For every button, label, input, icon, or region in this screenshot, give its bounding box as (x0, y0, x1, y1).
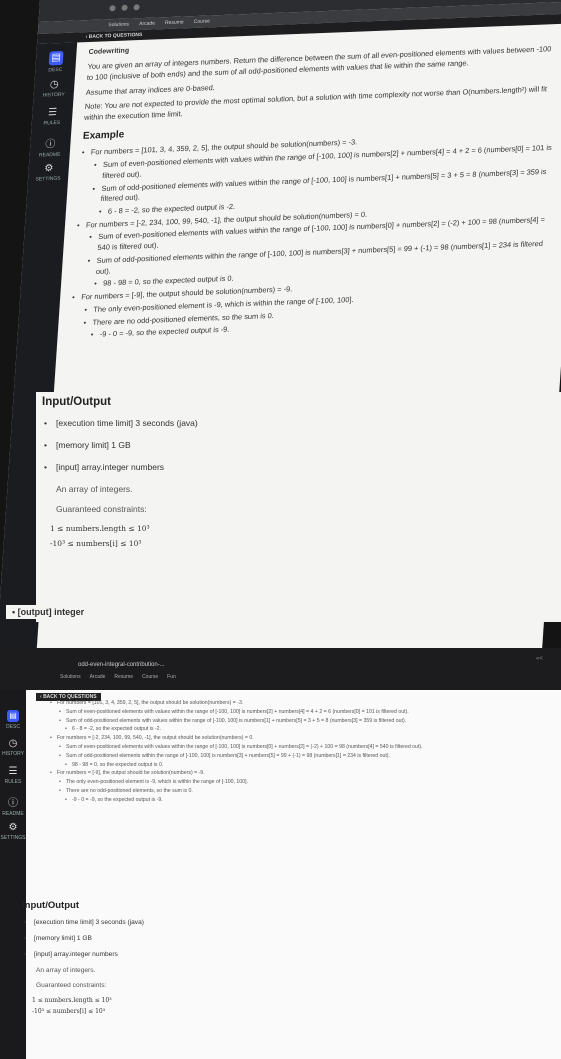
io-list: [execution time limit] 3 seconds (java) … (22, 919, 542, 958)
sidebar-item-readme[interactable]: ⓘ README (0, 794, 26, 817)
tab-solutions[interactable]: Solutions (108, 22, 129, 29)
example-detail: Sum of even-positioned elements with val… (50, 744, 555, 752)
top-nav-tabs: Solutions Arcade Resume Course Fun (60, 674, 176, 680)
info-icon: ⓘ (8, 798, 18, 809)
input-output-section: Input/Output [execution time limit] 3 se… (22, 900, 542, 1019)
sidebar-item-desc[interactable]: ▤ DESC (0, 710, 26, 730)
tab-resume[interactable]: Resume (114, 674, 133, 680)
example-detail: 6 - 8 = -2, so the expected output is -2… (50, 726, 555, 734)
clock-icon: ◷ (8, 738, 18, 749)
io-item: [input] array.integer numbers (42, 462, 555, 472)
example-detail: There are no odd-positioned elements, so… (50, 788, 555, 796)
tab-solutions[interactable]: Solutions (60, 674, 81, 680)
gear-icon: ⚙ (43, 162, 54, 175)
io-heading: Input/Output (42, 396, 111, 408)
io-item: [input] array.integer numbers (22, 951, 542, 958)
document-icon: ▤ (7, 710, 19, 722)
tab-arcade[interactable]: Arcade (90, 674, 106, 680)
input-description: An array of integers. (36, 967, 96, 974)
example-list: For numbers = [101, 3, 4, 359, 2, 5], th… (50, 700, 555, 805)
example-detail: The only even-positioned element is -9, … (50, 779, 555, 787)
sidebar-item-label: RULES (4, 779, 22, 785)
gear-icon: ⚙ (8, 822, 18, 833)
list-icon: ☰ (8, 766, 18, 777)
collapse-panel-button[interactable]: «< (536, 656, 543, 662)
sidebar-item-label: README (2, 811, 24, 817)
window-dot-icon (121, 4, 128, 11)
input-description: An array of integers. (56, 484, 133, 494)
task-description: Codewriting You are given an array of in… (69, 30, 560, 344)
io-list: [execution time limit] 3 seconds (java) … (42, 418, 555, 472)
example-detail: 98 - 98 = 0, so the expected output is 0… (50, 762, 555, 770)
tab-arcade[interactable]: Arcade (139, 21, 155, 28)
tab-course[interactable]: Course (193, 18, 210, 25)
task-description: For numbers = [101, 3, 4, 359, 2, 5], th… (50, 700, 555, 806)
page-url[interactable]: odd-even-integral-contribution-... (78, 662, 165, 668)
io-item: [execution time limit] 3 seconds (java) (42, 418, 555, 428)
guaranteed-constraints-label: Guaranteed constraints: (56, 504, 147, 514)
tab-resume[interactable]: Resume (165, 19, 184, 26)
constraint-range: -10³ ≤ numbers[i] ≤ 10³ (32, 1008, 106, 1015)
info-icon: ⓘ (44, 138, 56, 151)
constraint-range: -10³ ≤ numbers[i] ≤ 10³ (50, 539, 142, 548)
io-heading: Input/Output (22, 900, 79, 911)
sidebar-item-desc[interactable]: ▤ DESC (39, 50, 73, 74)
constraint-length: 1 ≤ numbers.length ≤ 10³ (50, 524, 150, 533)
tab-course[interactable]: Course (142, 674, 158, 680)
guaranteed-constraints-label: Guaranteed constraints: (36, 982, 107, 989)
photo-screen: Solutions Arcade Resume Course ‹ BACK TO… (0, 0, 561, 648)
document-icon: ▤ (48, 50, 64, 66)
io-item: [memory limit] 1 GB (42, 440, 555, 450)
constraints: 1 ≤ numbers.length ≤ 10³ -10³ ≤ numbers[… (22, 997, 542, 1015)
sidebar-item-history[interactable]: ◷ HISTORY (0, 738, 26, 757)
example-item: For numbers = [-9], the output should be… (50, 770, 555, 778)
example-item: For numbers = [-2, 234, 100, 99, 540, -1… (50, 735, 555, 743)
sidebar-item-label: SETTINGS (0, 835, 26, 841)
sidebar-item-label: HISTORY (42, 91, 65, 99)
input-output-section: Input/Output [execution time limit] 3 se… (36, 392, 561, 622)
example-item: For numbers = [101, 3, 4, 359, 2, 5], th… (50, 700, 555, 708)
sidebar-item-label: DESC (48, 66, 63, 74)
list-icon: ☰ (47, 106, 58, 119)
sidebar-item-history[interactable]: ◷ HISTORY (37, 79, 70, 99)
sidebar-item-settings[interactable]: ⚙ SETTINGS (0, 822, 26, 841)
sidebar-item-label: HISTORY (1, 751, 25, 757)
sidebar-item-label: README (38, 151, 61, 159)
example-detail: Sum of even-positioned elements with val… (50, 709, 555, 717)
second-screenshot: odd-even-integral-contribution-... Solut… (0, 648, 561, 1059)
sidebar-item-readme[interactable]: ⓘ README (33, 135, 67, 159)
constraint-length: 1 ≤ numbers.length ≤ 10³ (32, 997, 112, 1004)
sidebar-item-label: SETTINGS (35, 175, 61, 183)
constraints: 1 ≤ numbers.length ≤ 10³ -10³ ≤ numbers[… (42, 524, 555, 548)
sidebar-item-settings[interactable]: ⚙ SETTINGS (32, 162, 65, 183)
output-item: [output] integer (6, 605, 561, 619)
example-list: For numbers = [101, 3, 4, 359, 2, 5], th… (69, 130, 553, 342)
example-detail: -9 - 0 = -9, so the expected output is -… (50, 797, 555, 805)
tab-fun[interactable]: Fun (167, 674, 176, 680)
example-detail: Sum of odd-positioned elements within th… (50, 753, 555, 761)
back-label: BACK TO QUESTIONS (88, 31, 143, 41)
sidebar-item-rules[interactable]: ☰ RULES (36, 107, 69, 127)
browser-header (0, 648, 561, 690)
sidebar-item-rules[interactable]: ☰ RULES (0, 766, 26, 785)
example-detail: Sum of odd-positioned elements with valu… (50, 718, 555, 726)
window-dot-icon (133, 4, 140, 11)
io-item: [execution time limit] 3 seconds (java) (22, 919, 542, 926)
sidebar-item-label: DESC (6, 724, 20, 730)
io-item: [memory limit] 1 GB (22, 935, 542, 942)
clock-icon: ◷ (49, 79, 60, 91)
window-dot-icon (109, 5, 116, 12)
sidebar-item-label: RULES (43, 119, 61, 127)
